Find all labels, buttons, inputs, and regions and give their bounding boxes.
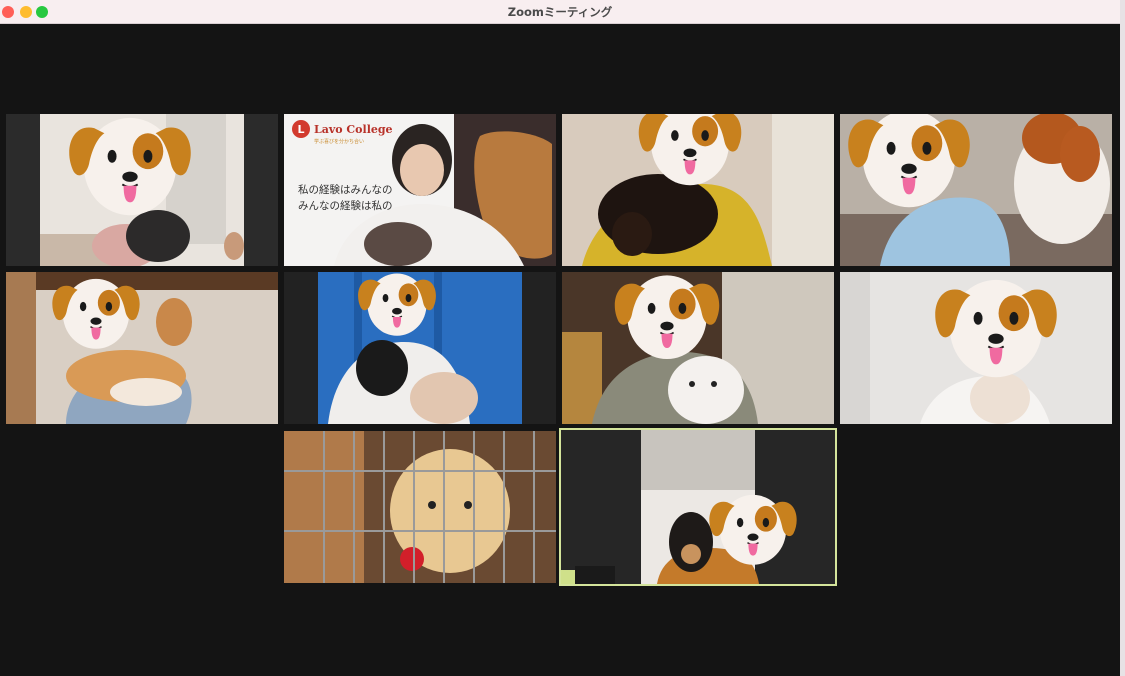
dog-face-icon (50, 272, 142, 358)
participant-video-p1[interactable] (6, 114, 278, 266)
participant-video-p2[interactable]: L Lavo College 学ぶ喜びを分かち合い 私の経験はみんなの みんなの… (284, 114, 556, 266)
window-titlebar[interactable]: Zoomミーティング (0, 0, 1120, 24)
dog-face-icon (932, 272, 1060, 390)
dog-face-icon (636, 114, 744, 196)
video-feed (284, 431, 556, 583)
dog-face-icon (356, 272, 438, 344)
participant-video-p3[interactable] (562, 114, 834, 266)
participant-video-p10[interactable] (559, 428, 837, 586)
participant-video-p4[interactable] (840, 114, 1112, 266)
dog-face-icon (707, 482, 799, 574)
slide-text-line-2: みんなの経験は私の (298, 200, 393, 212)
window-edge (1120, 0, 1125, 676)
participant-video-p8[interactable] (840, 272, 1112, 424)
dog-face-icon (66, 114, 194, 228)
dog-face-icon (612, 272, 722, 370)
participant-video-p9[interactable] (284, 431, 556, 583)
dog-face-icon (844, 114, 974, 220)
video-feed (6, 272, 278, 424)
window-title: Zoomミーティング (507, 5, 613, 19)
logo-mark: L (292, 120, 310, 138)
slide-logo: L Lavo College (292, 120, 393, 138)
participant-video-p7[interactable] (562, 272, 834, 424)
participant-video-p6[interactable] (284, 272, 556, 424)
logo-subtitle: 学ぶ喜びを分かち合い (314, 139, 365, 145)
logo-text: Lavo College (314, 122, 393, 136)
slide-text-line-1: 私の経験はみんなの (298, 184, 393, 196)
participant-video-p5[interactable] (6, 272, 278, 424)
